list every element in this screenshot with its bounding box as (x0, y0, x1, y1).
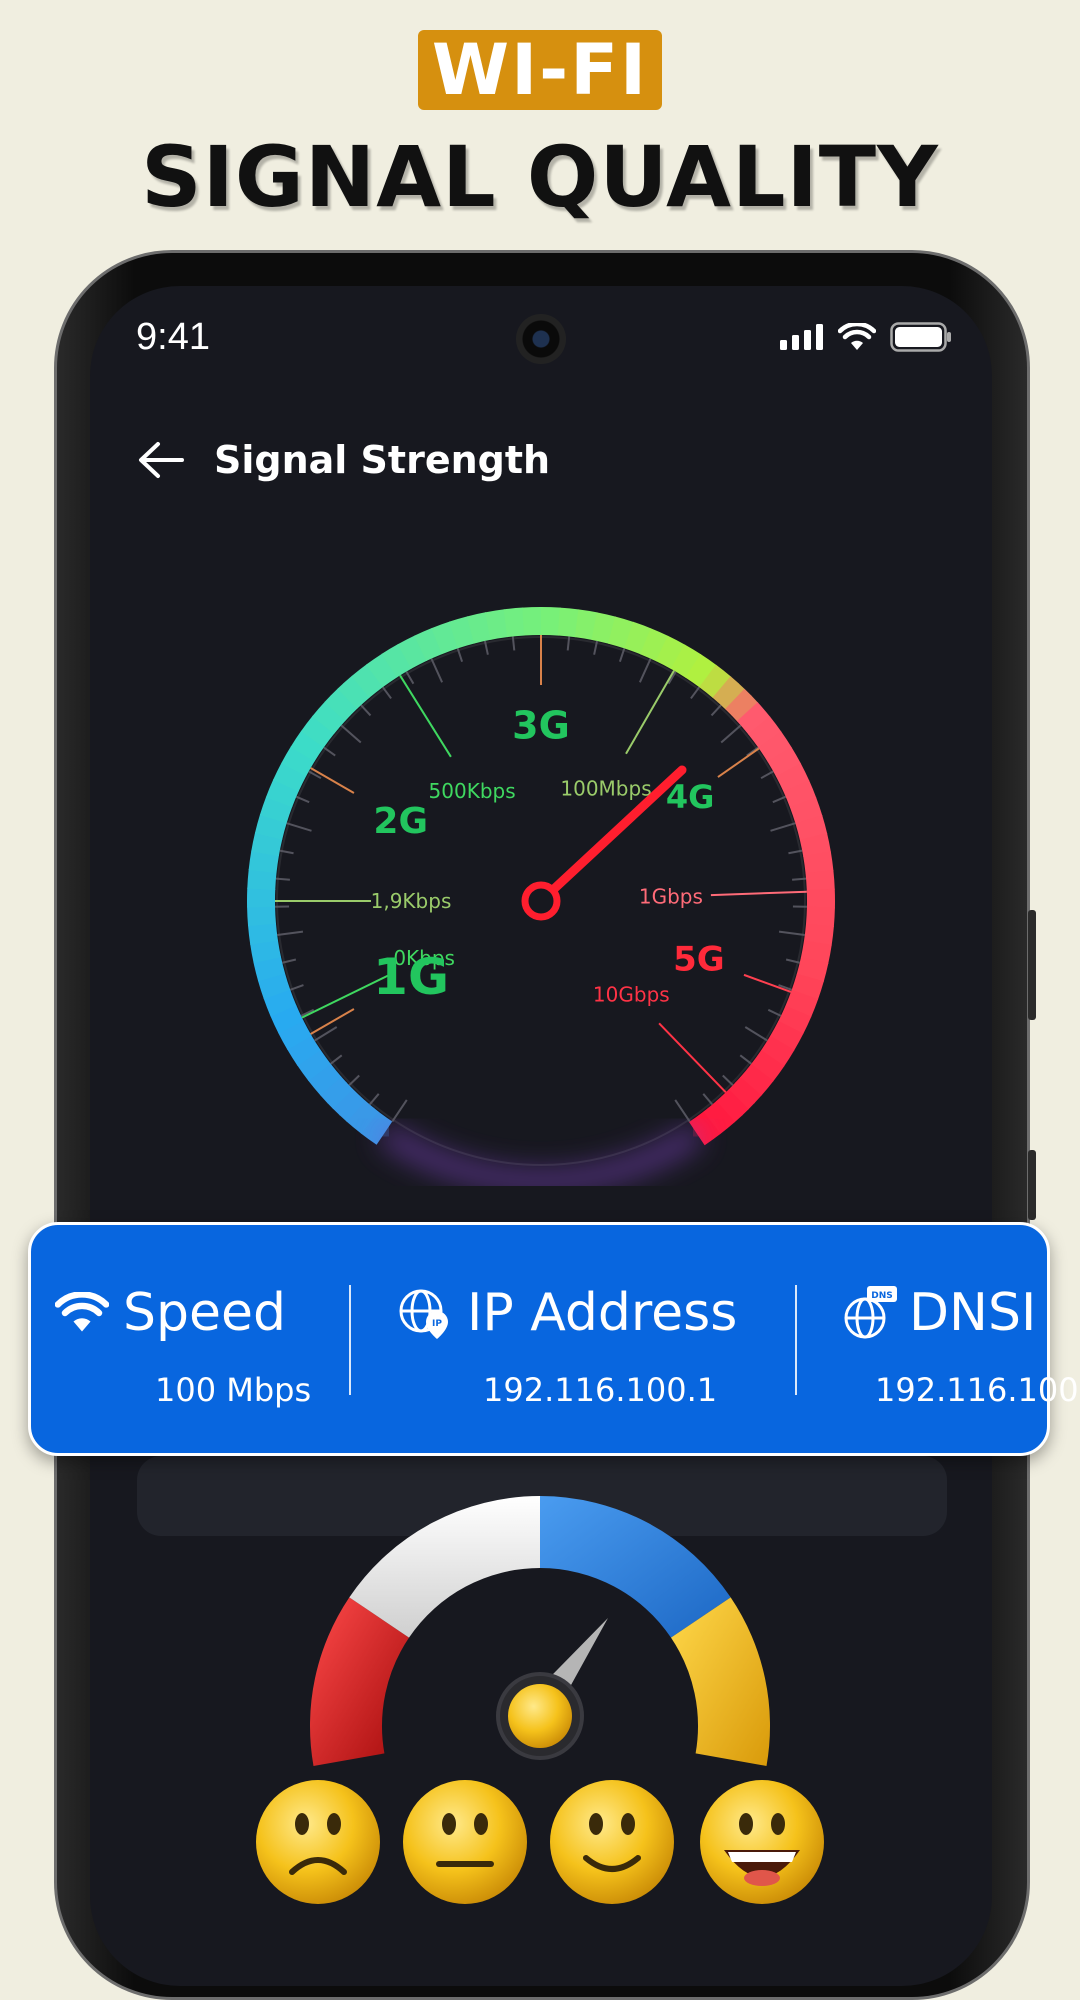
speed-value: 100 Mbps (155, 1371, 311, 1409)
mood-needle-hub (508, 1684, 572, 1748)
speed-info[interactable]: Speed 100 Mbps (55, 1225, 335, 1453)
mood-gauge (90, 286, 992, 1986)
globe-dns-icon: DNS (843, 1284, 899, 1342)
smiling-face-icon (550, 1780, 674, 1904)
dns-label: DNSI (909, 1283, 1036, 1343)
dns-value: 192.116.100.1 (875, 1371, 1080, 1409)
grinning-face-icon (700, 1780, 824, 1904)
sad-face-icon (256, 1780, 380, 1904)
phone-screen: 9:41 Signal Strength (90, 286, 992, 1986)
ip-label: IP Address (467, 1283, 737, 1343)
divider (795, 1285, 797, 1395)
svg-text:IP: IP (432, 1319, 442, 1329)
wifi-badge: WI-FI (418, 30, 662, 110)
svg-text:DNS: DNS (871, 1291, 893, 1301)
promo-headline: SIGNAL QUALITY (0, 128, 1080, 226)
wifi-icon (55, 1292, 109, 1334)
divider (349, 1285, 351, 1395)
volume-button (1028, 910, 1036, 1020)
ip-value: 192.116.100.1 (483, 1371, 717, 1409)
speed-label: Speed (123, 1283, 286, 1343)
power-button (1028, 1150, 1036, 1220)
ip-info[interactable]: IP IP Address 192.116.100.1 (397, 1225, 797, 1453)
mood-segment-blue (540, 1496, 731, 1638)
mood-segment-white (349, 1496, 540, 1638)
neutral-face-icon (403, 1780, 527, 1904)
dns-info[interactable]: DNS DNSI 192.116.100.1 (843, 1225, 1053, 1453)
globe-ip-icon: IP (397, 1285, 453, 1341)
network-info-bar: Speed 100 Mbps IP IP Address 192.116.100… (28, 1222, 1050, 1456)
